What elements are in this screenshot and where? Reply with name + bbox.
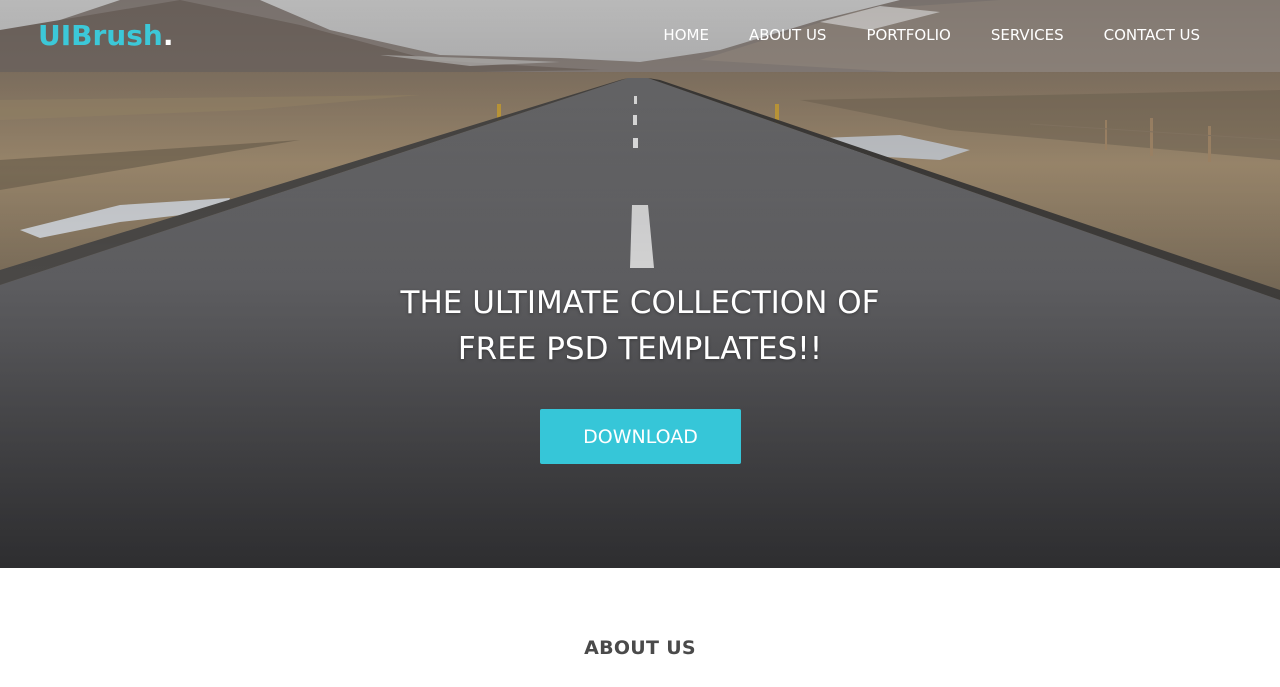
nav-item-portfolio[interactable]: PORTFOLIO (866, 24, 950, 46)
logo[interactable]: UIBrush. (38, 16, 173, 56)
logo-dot: . (162, 19, 174, 52)
main-nav: HOME ABOUT US PORTFOLIO SERVICES CONTACT… (623, 24, 1200, 46)
about-section-title: ABOUT US (584, 637, 696, 659)
hero-headline-line-2: FREE PSD TEMPLATES!! (457, 331, 823, 367)
nav-item-about-us[interactable]: ABOUT US (749, 24, 827, 46)
nav-item-contact-us[interactable]: CONTACT US (1104, 24, 1200, 46)
hero-headline: THE ULTIMATE COLLECTION OF FREE PSD TEMP… (0, 280, 1280, 372)
download-button[interactable]: DOWNLOAD (540, 409, 741, 464)
hero-section: UIBrush. HOME ABOUT US PORTFOLIO SERVICE… (0, 0, 1280, 568)
logo-text: UIBrush (38, 19, 163, 52)
hero-headline-line-1: THE ULTIMATE COLLECTION OF (400, 285, 880, 321)
nav-item-home[interactable]: HOME (663, 24, 709, 46)
nav-item-services[interactable]: SERVICES (991, 24, 1064, 46)
